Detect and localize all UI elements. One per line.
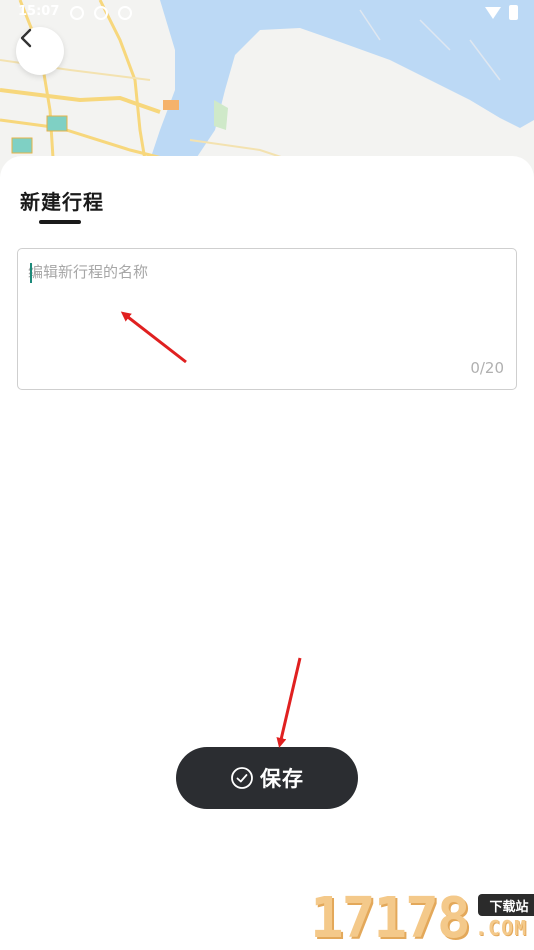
new-trip-sheet: 新建行程 0/20 保存 bbox=[0, 156, 534, 950]
save-label: 保存 bbox=[260, 767, 304, 791]
char-counter: 0/20 bbox=[470, 359, 504, 377]
page-title: 新建行程 bbox=[20, 190, 104, 214]
battery-icon bbox=[509, 5, 518, 20]
back-button[interactable] bbox=[16, 27, 64, 75]
wifi-icon bbox=[485, 6, 501, 19]
notification-icon bbox=[94, 6, 108, 20]
watermark-number: 17178 bbox=[310, 886, 471, 950]
chevron-left-icon bbox=[20, 28, 32, 48]
status-notification-icons bbox=[70, 6, 132, 20]
site-watermark: 17178 下载站 .COM bbox=[310, 888, 534, 950]
status-system-icons bbox=[485, 5, 518, 20]
text-cursor bbox=[30, 263, 32, 283]
trip-name-input[interactable] bbox=[28, 261, 506, 351]
notification-icon bbox=[70, 6, 84, 20]
notification-icon bbox=[118, 6, 132, 20]
check-circle-icon bbox=[231, 767, 253, 789]
watermark-domain: .COM bbox=[475, 916, 528, 940]
trip-name-field[interactable]: 0/20 bbox=[17, 248, 517, 390]
title-underline bbox=[39, 220, 81, 224]
status-bar: 15:07 bbox=[0, 0, 534, 26]
watermark-badge: 下载站 bbox=[478, 894, 534, 916]
save-button[interactable]: 保存 bbox=[176, 747, 358, 809]
status-time: 15:07 bbox=[18, 4, 60, 19]
